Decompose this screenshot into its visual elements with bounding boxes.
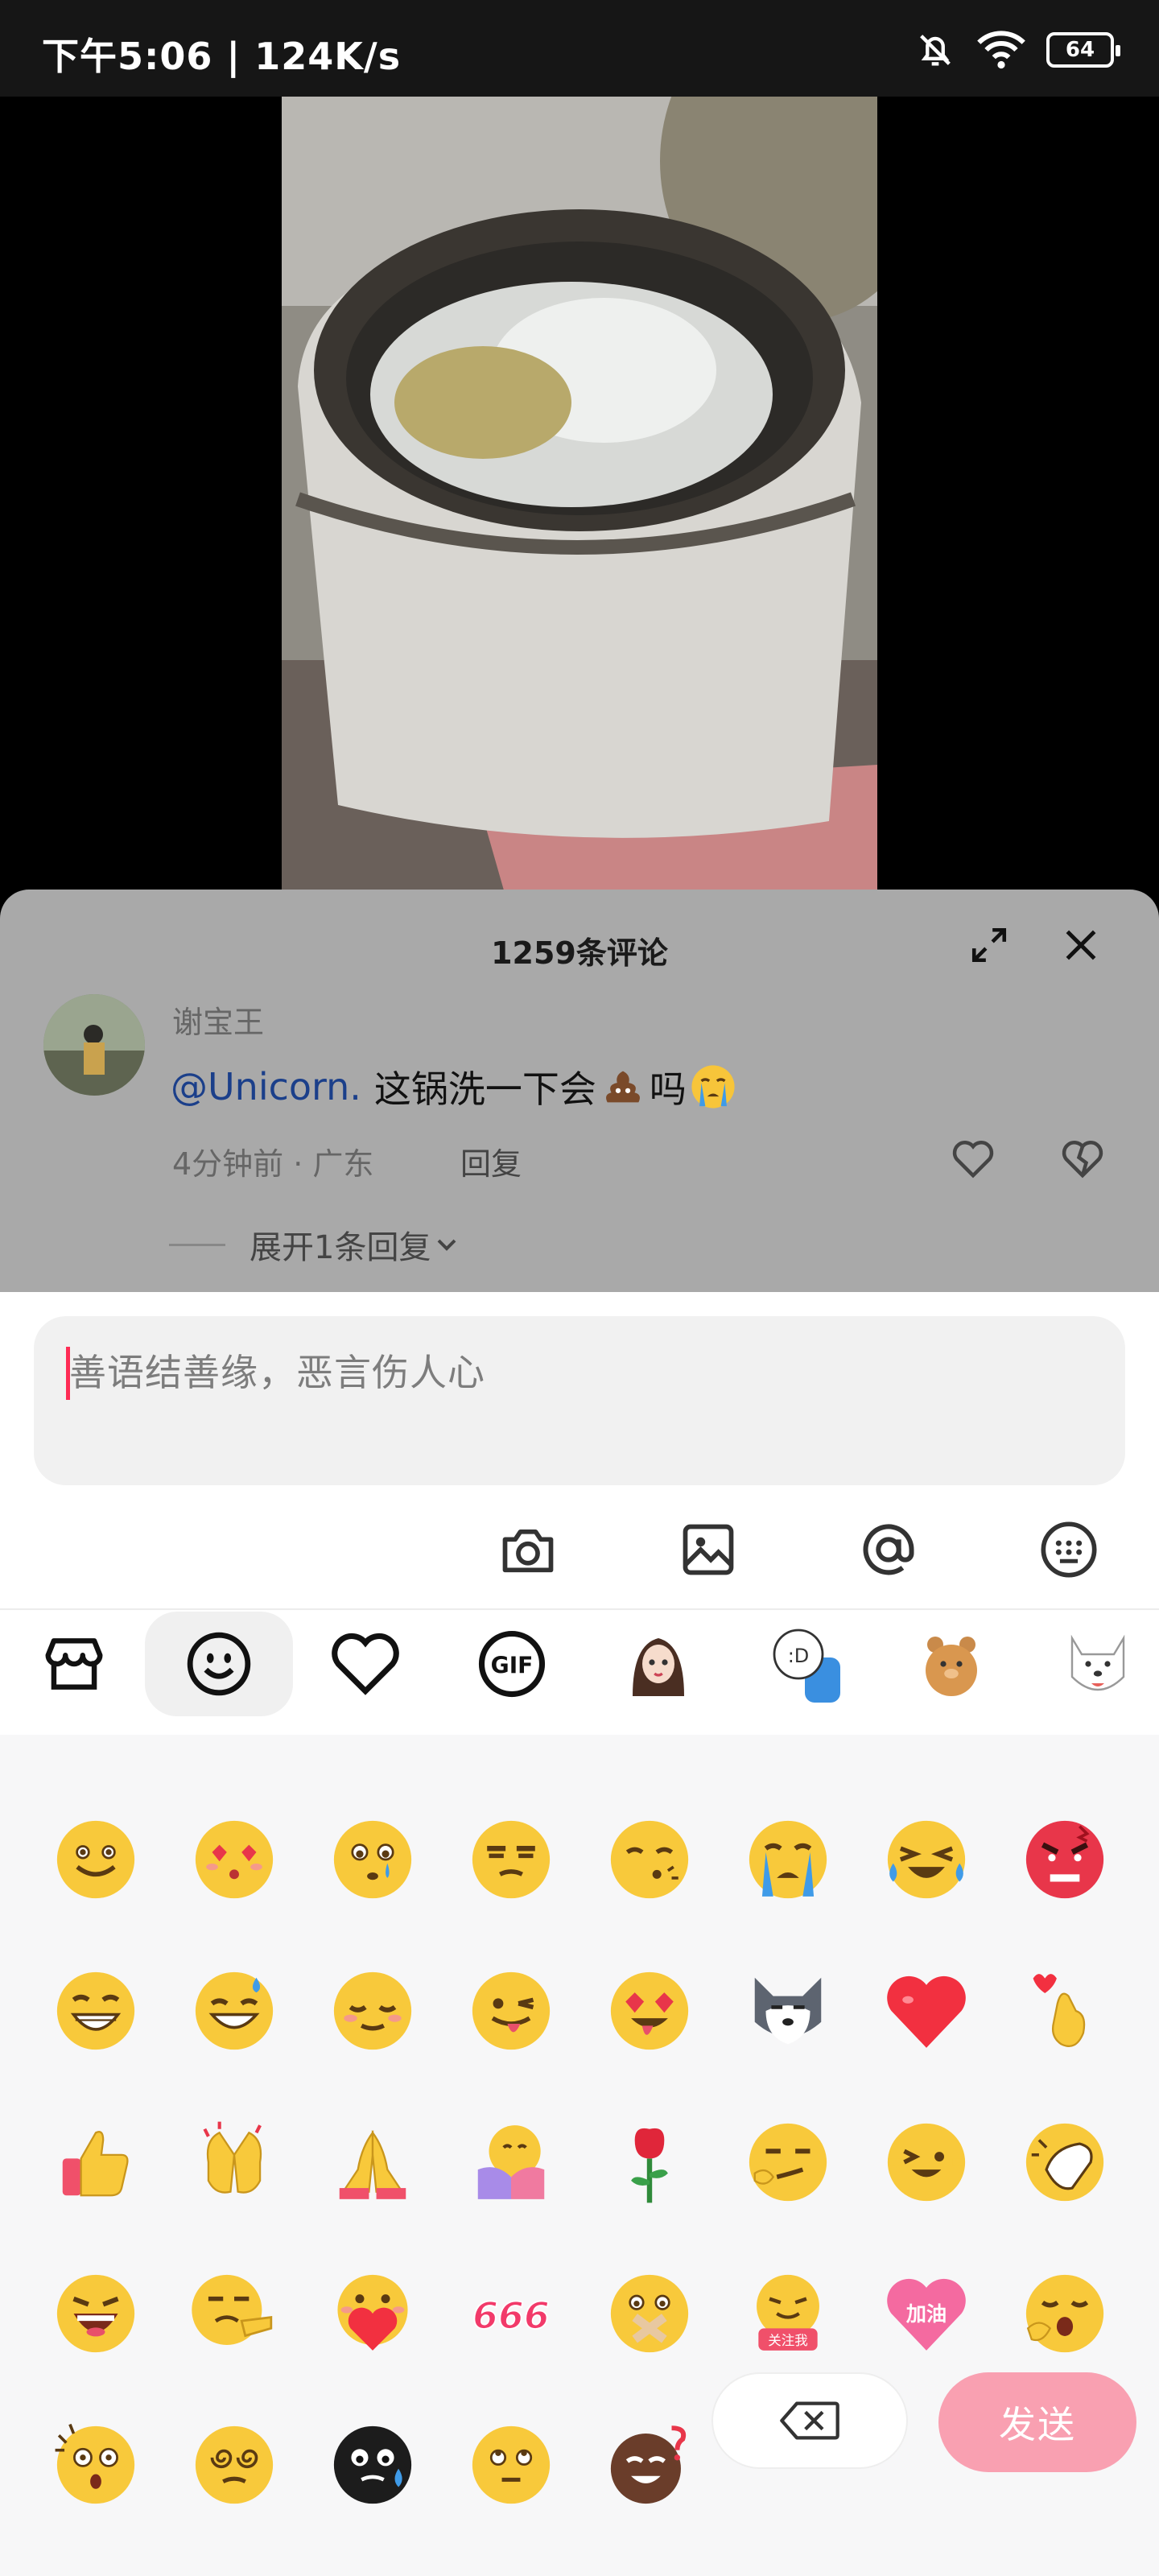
n666-label: 666 [472,2293,550,2337]
laugh-emoji-icon[interactable] [52,2269,140,2358]
thumbs-up-emoji-icon[interactable] [52,2118,140,2207]
status-time-speed: 下午5:06 | 124K/s [42,35,402,78]
meme-sticker-icon: :D [773,1629,840,1703]
n666-sticker-icon[interactable]: 666 [467,2269,555,2358]
black-sweat-emoji-icon[interactable] [328,2421,417,2509]
follow-me-sticker-icon[interactable]: 关注我 [744,2269,832,2358]
smile-emoji-icon[interactable] [52,1815,140,1904]
svg-text:GIF: GIF [491,1652,534,1678]
expand-replies-label: 展开1条回复 [250,1229,431,1266]
comment-input[interactable]: 善语结善缘，恶言伤人心 [34,1316,1125,1485]
comment-input-placeholder: 善语结善缘，恶言伤人心 [69,1351,485,1394]
video-frame-image [282,97,877,902]
grin-emoji-icon[interactable] [52,1967,140,2055]
keyboard-icon[interactable] [1038,1519,1099,1580]
heart-icon [332,1633,399,1695]
heart-outline-icon[interactable] [951,1139,995,1179]
send-button[interactable]: 发送 [938,2372,1136,2472]
facepalm-emoji-icon[interactable] [1021,2118,1109,2207]
point-emoji-icon[interactable] [190,2269,278,2358]
follow-me-label: 关注我 [768,2333,808,2348]
tab-avatar-sticker[interactable] [584,1612,732,1716]
tab-store[interactable] [0,1612,148,1716]
close-icon[interactable] [1061,925,1101,965]
expand-dash [169,1243,225,1246]
avatar-sticker-icon [633,1638,684,1696]
tab-dog-sticker[interactable] [1024,1612,1159,1716]
comment-mention[interactable]: @Unicorn. [171,1065,361,1108]
comment-input-area: 善语结善缘，恶言伤人心 [0,1292,1159,1610]
dog-sticker-icon [1070,1634,1125,1691]
comment-panel: 1259条评论 谢宝王 @Unicorn. 这锅洗一下会 吗 4分钟前 · 广东… [0,890,1159,1292]
yawn-emoji-icon[interactable] [1021,2269,1109,2358]
comment-text-part-a: 这锅洗一下会 [373,1067,596,1111]
hug-emoji-icon[interactable] [467,2118,555,2207]
gif-icon: GIF [478,1630,546,1698]
bear-sticker-icon [926,1637,977,1696]
fullscreen-icon[interactable] [969,925,1009,965]
tab-favorites[interactable] [291,1612,439,1716]
tongue-wink-emoji-icon[interactable] [467,1967,555,2055]
crying-emoji-icon [691,1065,735,1108]
emoji-tab-row: GIF :D [0,1610,1159,1735]
finger-heart-emoji-icon[interactable] [1021,1967,1109,2055]
avatar[interactable] [43,994,145,1096]
comment-username[interactable]: 谢宝王 [172,997,264,1042]
tab-emoji[interactable] [145,1612,293,1716]
bell-off-icon [920,35,951,66]
tab-meme-sticker[interactable]: :D [731,1612,879,1716]
avatar-image [43,994,145,1096]
heart-hold-emoji-icon[interactable] [328,2269,417,2358]
pray-emoji-icon[interactable] [328,2118,417,2207]
smiley-icon [187,1632,251,1696]
backspace-icon [780,2401,839,2440]
broken-heart-icon[interactable] [1061,1139,1104,1179]
tab-bear-sticker[interactable] [877,1612,1025,1716]
drool-love-emoji-icon[interactable] [605,1967,694,2055]
eye-roll-emoji-icon[interactable] [467,2421,555,2509]
battery-indicator: 64 [1046,32,1120,68]
rose-emoji-icon[interactable] [605,2118,694,2207]
image-icon[interactable] [678,1519,739,1580]
jiayou-sticker-icon[interactable]: 加油 [882,2269,971,2358]
store-icon [45,1638,103,1690]
svg-text::D: :D [788,1645,810,1667]
clapping-emoji-icon[interactable] [190,2118,278,2207]
whistle-emoji-icon[interactable] [605,1815,694,1904]
comment-text-part-b: 吗 [649,1067,687,1111]
smirk-emoji-icon[interactable] [744,2118,832,2207]
crying-emoji-icon[interactable] [744,1815,832,1904]
husky-emoji-icon[interactable] [744,1967,832,2055]
wink-tongue-emoji-icon[interactable] [882,2118,971,2207]
status-icons: 64 [914,29,1120,71]
reply-button[interactable]: 回复 [460,1139,522,1183]
comment-meta: 4分钟前 · 广东 [172,1146,374,1182]
red-heart-emoji-icon[interactable] [882,1967,971,2055]
video-player[interactable] [282,97,877,902]
wifi-icon [977,31,1025,69]
tab-gif[interactable]: GIF [438,1612,586,1716]
laughing-tears-emoji-icon[interactable] [882,1815,971,1904]
heart-eyes-kiss-emoji-icon[interactable] [190,1815,278,1904]
zipped-emoji-icon[interactable] [605,2269,694,2358]
brown-question-emoji-icon[interactable] [605,2421,694,2509]
shock-emoji-icon[interactable] [52,2421,140,2509]
annoyed-emoji-icon[interactable] [467,1815,555,1904]
camera-icon[interactable] [497,1519,559,1580]
tearful-emoji-icon[interactable] [328,1815,417,1904]
expand-replies[interactable]: 展开1条回复 [169,1221,463,1268]
angry-emoji-icon[interactable] [1021,1815,1109,1904]
dizzy-emoji-icon[interactable] [190,2421,278,2509]
jiayou-label: 加油 [906,2302,947,2326]
chevron-down-icon [438,1239,456,1251]
at-icon[interactable] [858,1519,919,1580]
status-bar: 下午5:06 | 124K/s 64 [0,0,1159,97]
shy-emoji-icon[interactable] [328,1967,417,2055]
screen: 下午5:06 | 124K/s 64 1259条评论 谢宝王 @Unicorn.… [0,0,1159,2576]
sweat-smile-emoji-icon[interactable] [190,1967,278,2055]
comment-text: @Unicorn. 这锅洗一下会 吗 [171,1060,740,1113]
backspace-button[interactable] [711,2372,908,2469]
poop-emoji-icon [605,1071,640,1103]
